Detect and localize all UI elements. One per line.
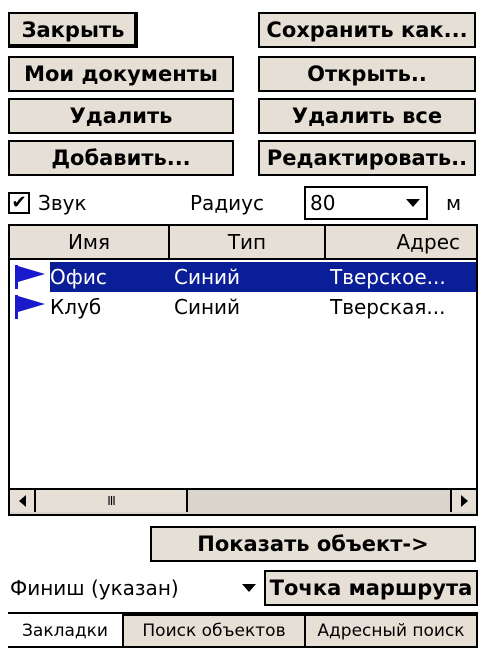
column-header-address[interactable]: Адрес bbox=[326, 226, 476, 258]
arrow-left-icon bbox=[18, 495, 26, 507]
edit-button[interactable]: Редактировать.. bbox=[258, 140, 476, 176]
list-item-type: Синий bbox=[170, 262, 326, 292]
check-mark-icon: ✔ bbox=[11, 192, 27, 213]
column-header-name[interactable]: Имя bbox=[10, 226, 170, 258]
chevron-down-icon bbox=[406, 199, 420, 207]
finish-value: Финиш (указан) bbox=[10, 576, 179, 600]
grip-icon: III bbox=[107, 494, 116, 508]
sound-checkbox[interactable]: ✔ bbox=[8, 192, 30, 214]
blue-flag-icon bbox=[10, 262, 50, 292]
sound-label: Звук bbox=[38, 191, 87, 215]
radius-dropdown[interactable]: 80 bbox=[304, 186, 428, 220]
scroll-thumb[interactable]: III bbox=[36, 490, 188, 512]
tab-bar: Закладки Поиск объектов Адресный поиск bbox=[8, 612, 478, 648]
delete-all-button[interactable]: Удалить все bbox=[258, 98, 476, 134]
show-object-button[interactable]: Показать объект-> bbox=[150, 526, 476, 562]
horizontal-scrollbar[interactable]: III bbox=[10, 488, 476, 514]
list-item-address: Тверское... bbox=[326, 262, 476, 292]
scroll-left-button[interactable] bbox=[10, 490, 36, 512]
finish-dropdown[interactable]: Финиш (указан) bbox=[8, 570, 262, 606]
tab-address-search[interactable]: Адресный поиск bbox=[304, 614, 478, 648]
radius-unit: м bbox=[446, 191, 462, 215]
delete-button[interactable]: Удалить bbox=[8, 98, 234, 134]
blue-flag-icon bbox=[10, 292, 50, 322]
save-as-button[interactable]: Сохранить как... bbox=[258, 12, 476, 48]
route-point-button[interactable]: Точка маршрута bbox=[264, 570, 478, 606]
list-item-type: Синий bbox=[174, 295, 241, 319]
objects-list[interactable]: Имя Тип Адрес Офис Синий Тверское... Клу… bbox=[8, 224, 478, 516]
my-documents-button[interactable]: Мои документы bbox=[8, 56, 234, 92]
radius-label: Радиус bbox=[190, 191, 264, 215]
close-button[interactable]: Закрыть bbox=[8, 12, 138, 48]
arrow-right-icon bbox=[460, 495, 468, 507]
list-item-name: Офис bbox=[50, 262, 170, 292]
open-button[interactable]: Открыть.. bbox=[258, 56, 476, 92]
chevron-down-icon bbox=[242, 584, 256, 592]
list-item[interactable]: Клуб Синий Тверская... bbox=[10, 292, 476, 322]
list-item[interactable]: Офис Синий Тверское... bbox=[10, 262, 476, 292]
tab-object-search[interactable]: Поиск объектов bbox=[122, 614, 306, 648]
list-item-name: Клуб bbox=[50, 295, 102, 319]
tab-bookmarks[interactable]: Закладки bbox=[8, 614, 124, 648]
add-button[interactable]: Добавить... bbox=[8, 140, 234, 176]
list-header: Имя Тип Адрес bbox=[10, 226, 476, 260]
list-item-address: Тверская... bbox=[330, 295, 446, 319]
radius-value: 80 bbox=[310, 191, 336, 215]
scroll-right-button[interactable] bbox=[450, 490, 476, 512]
column-header-type[interactable]: Тип bbox=[170, 226, 326, 258]
